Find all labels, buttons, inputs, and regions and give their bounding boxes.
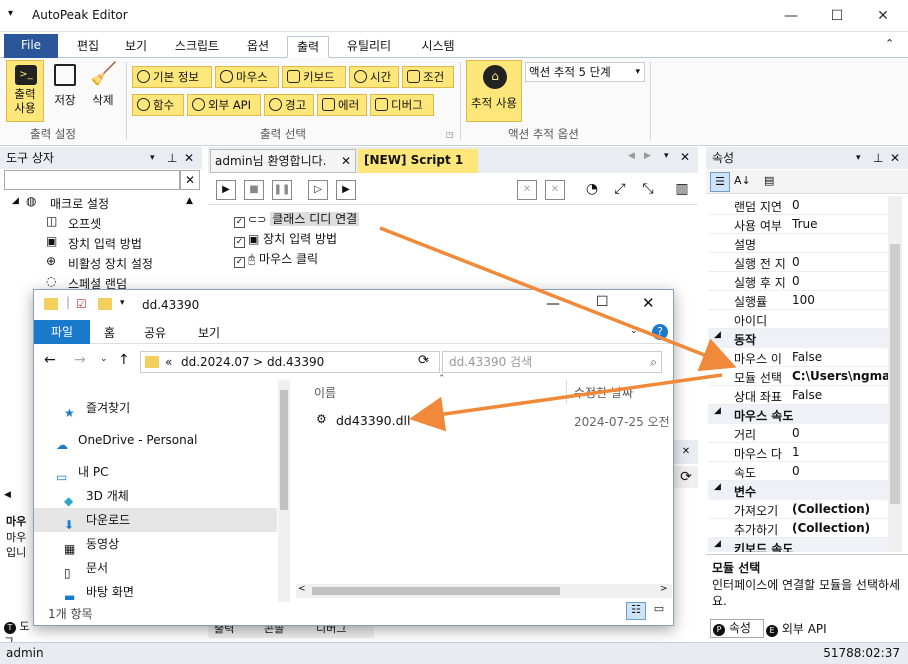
arrow-to-dll-file (409, 373, 723, 432)
arrow-to-module-select (379, 226, 737, 372)
annotation-arrows (379, 226, 737, 432)
